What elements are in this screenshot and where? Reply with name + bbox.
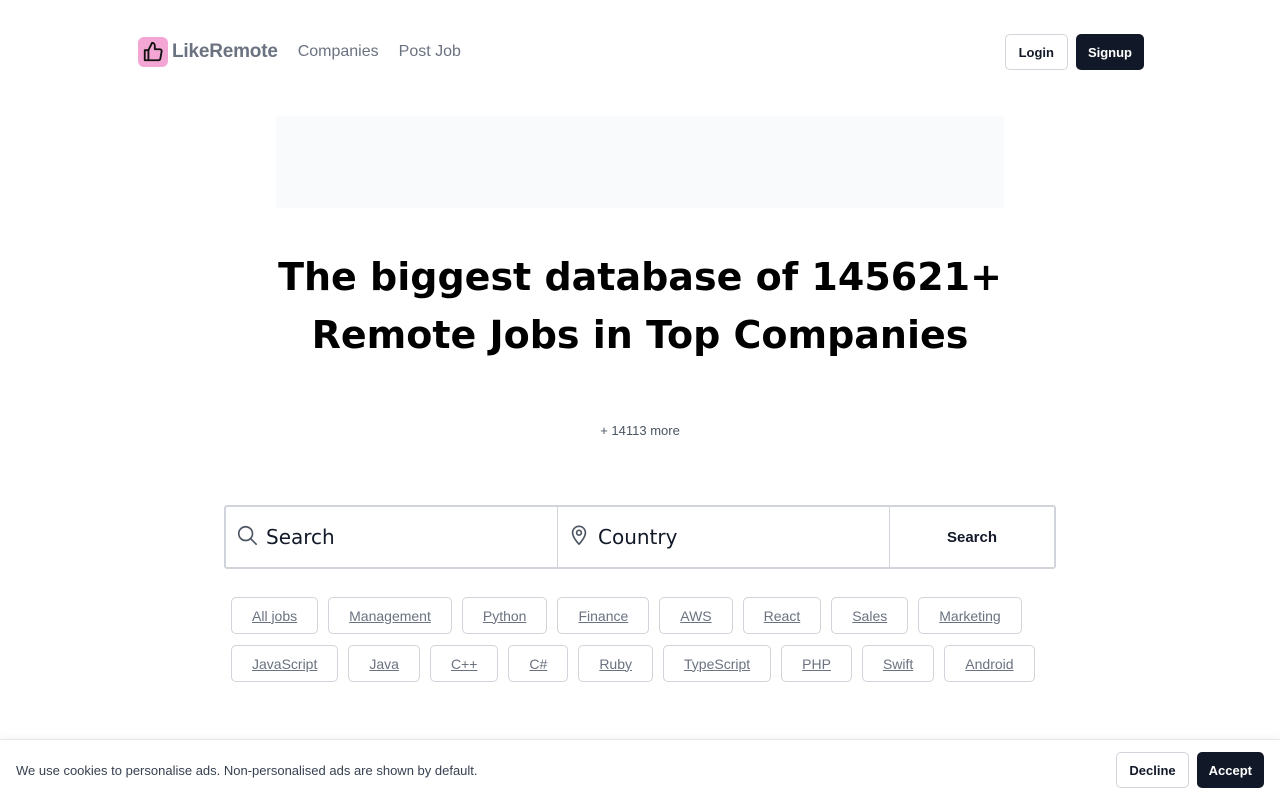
tag-marketing[interactable]: Marketing — [918, 597, 1022, 634]
tag-row: All jobs Management Python Finance AWS R… — [231, 597, 1051, 634]
more-count: + 14113 more — [600, 423, 680, 438]
tag-android[interactable]: Android — [944, 645, 1035, 682]
tag-python[interactable]: Python — [461, 597, 548, 634]
search-icon — [236, 524, 258, 551]
thumbs-up-icon — [138, 37, 168, 67]
tag-management[interactable]: Management — [328, 597, 452, 634]
tag-typescript[interactable]: TypeScript — [663, 645, 772, 682]
tag-javascript[interactable]: JavaScript — [231, 645, 339, 682]
tag-all-jobs[interactable]: All jobs — [231, 597, 319, 634]
accept-cookies-button[interactable]: Accept — [1196, 752, 1264, 788]
decline-cookies-button[interactable]: Decline — [1116, 752, 1189, 788]
country-input[interactable] — [598, 525, 868, 549]
signup-button[interactable]: Signup — [1075, 34, 1144, 70]
nav-link-companies[interactable]: Companies — [298, 43, 379, 61]
tag-cpp[interactable]: C++ — [429, 645, 499, 682]
brand-name: LikeRemote — [172, 41, 278, 62]
tag-react[interactable]: React — [742, 597, 822, 634]
tag-finance[interactable]: Finance — [557, 597, 650, 634]
country-field — [558, 507, 890, 567]
login-button[interactable]: Login — [1004, 34, 1068, 70]
tag-sales[interactable]: Sales — [831, 597, 909, 634]
cookie-banner: We use cookies to personalise ads. Non-p… — [0, 739, 1280, 800]
map-pin-icon — [568, 524, 590, 551]
job-search-form: Search — [224, 505, 1056, 569]
tag-aws[interactable]: AWS — [659, 597, 733, 634]
nav-link-post-job[interactable]: Post Job — [399, 43, 461, 61]
cookie-message: We use cookies to personalise ads. Non-p… — [16, 762, 478, 778]
brand-link[interactable]: LikeRemote — [138, 37, 278, 67]
tag-java[interactable]: Java — [348, 645, 420, 682]
tag-swift[interactable]: Swift — [861, 645, 935, 682]
hero-headline: The biggest database of 145621+ Remote J… — [278, 255, 1002, 357]
ad-banner-placeholder — [276, 116, 1004, 208]
tag-php[interactable]: PHP — [781, 645, 852, 682]
top-nav: LikeRemote Companies Post Job Login Sign… — [138, 34, 1144, 70]
tag-csharp[interactable]: C# — [508, 645, 569, 682]
keyword-search-input[interactable] — [266, 525, 536, 549]
keyword-field — [226, 507, 558, 567]
tag-list: All jobs Management Python Finance AWS R… — [231, 597, 1051, 693]
tag-row: JavaScript Java C++ C# Ruby TypeScript P… — [231, 645, 1051, 682]
search-button[interactable]: Search — [890, 507, 1054, 567]
tag-ruby[interactable]: Ruby — [578, 645, 653, 682]
